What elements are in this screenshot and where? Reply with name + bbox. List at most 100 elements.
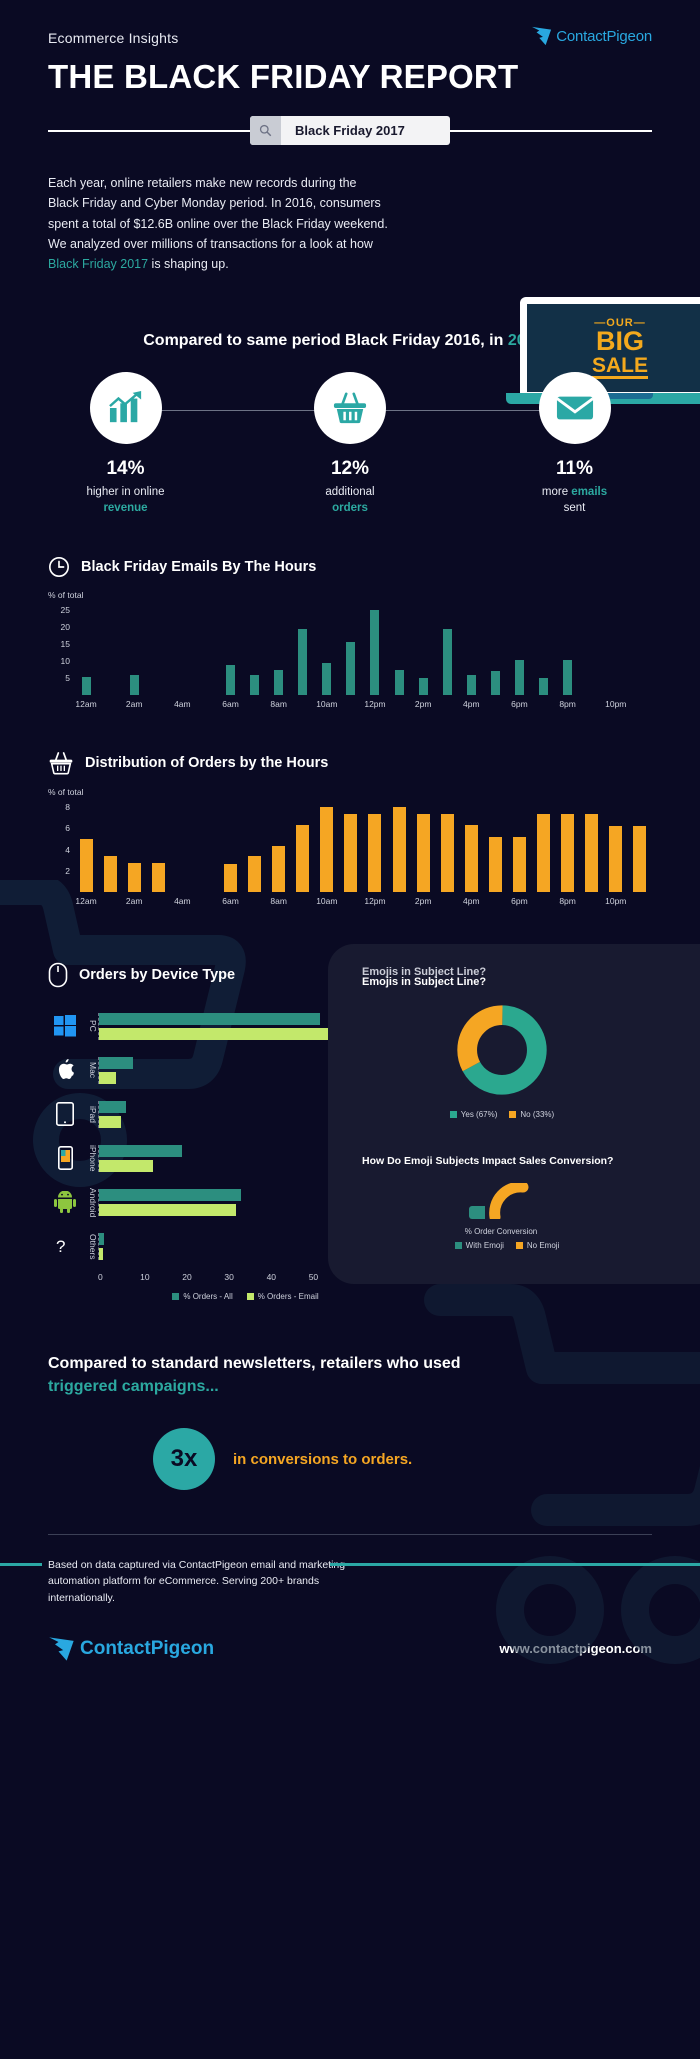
bar-slot bbox=[194, 800, 218, 892]
bar-slot bbox=[218, 800, 242, 893]
x-tick-label: 2pm bbox=[414, 896, 432, 907]
emails-bar-chart: 5 10 15 20 25 12am 2am 4am 6am 8am 10am 12pm 2pm 4pm… bbox=[48, 603, 652, 709]
x-tick-label: 6pm bbox=[511, 699, 528, 710]
chart-bar bbox=[563, 659, 573, 696]
x-tick-label: 12pm bbox=[364, 699, 386, 710]
stat-revenue: 14% higher in online revenue bbox=[48, 372, 203, 516]
x-tick-label bbox=[243, 699, 267, 709]
bar-slot bbox=[483, 800, 507, 893]
emails-chart-plot: 5 10 15 20 25 bbox=[61, 603, 652, 696]
stat-label-plain: more bbox=[541, 486, 572, 499]
stat-label: higher in online revenue bbox=[48, 485, 203, 516]
footer-url[interactable]: www.contactpigeon.com bbox=[499, 1641, 652, 1656]
bar-slot bbox=[339, 800, 363, 893]
x-tick-label: 6am bbox=[222, 896, 239, 907]
x-tick-label: 8pm bbox=[559, 896, 576, 907]
chart-bar bbox=[539, 677, 549, 696]
page-title: THE BLACK FRIDAY REPORT bbox=[48, 58, 519, 95]
device-bar-all bbox=[99, 1012, 320, 1025]
y-tick: 10 bbox=[60, 656, 70, 667]
legend-label: % Orders - Email bbox=[257, 1292, 319, 1302]
triggered-badge-row: 3x in conversions to orders. bbox=[48, 1428, 652, 1491]
bar-slot bbox=[363, 603, 387, 696]
search-bar-row: Black Friday 2017 bbox=[0, 116, 700, 145]
chart-bar bbox=[537, 814, 551, 893]
x-tick-label: 4pm bbox=[463, 699, 480, 710]
stat-label-accent: orders bbox=[332, 501, 368, 514]
bar-slot bbox=[459, 800, 483, 893]
basket-icon bbox=[49, 752, 73, 775]
chart-bar bbox=[416, 814, 430, 893]
orders-chart-plot: 2 4 6 8 bbox=[65, 800, 652, 893]
device-x-tick: 20 bbox=[182, 1272, 192, 1283]
bar-slot bbox=[556, 603, 580, 696]
emails-chart-section: Black Friday Emails By The Hours % of to… bbox=[0, 556, 700, 709]
intro-highlight: Black Friday 2017 bbox=[48, 257, 149, 271]
x-tick-label bbox=[98, 896, 122, 906]
chart-bar bbox=[272, 846, 286, 893]
device-x-tick: 0 bbox=[98, 1272, 103, 1283]
chart-bar bbox=[418, 677, 428, 696]
legend-item-yes: Yes (67%) bbox=[449, 1110, 497, 1119]
bar-slot bbox=[291, 603, 315, 696]
orders-bars bbox=[74, 800, 652, 893]
legend-item-orders-email: % Orders - Email bbox=[246, 1292, 319, 1302]
bar-slot bbox=[267, 800, 291, 893]
device-bar-all bbox=[99, 1100, 126, 1113]
chart-bar bbox=[79, 838, 93, 893]
device-bar-all bbox=[99, 1188, 242, 1201]
chart-bar bbox=[248, 855, 262, 893]
chart-bar bbox=[368, 814, 382, 893]
search-input[interactable]: Black Friday 2017 bbox=[250, 116, 450, 145]
bar-slot bbox=[267, 603, 291, 696]
device-bar-all bbox=[99, 1232, 104, 1245]
y-tick: 6 bbox=[65, 823, 70, 834]
x-tick-label: 4am bbox=[174, 699, 191, 710]
device-label: Others bbox=[88, 1233, 98, 1260]
x-tick-label bbox=[435, 896, 459, 906]
chart-bar bbox=[81, 676, 91, 696]
stat-label-accent: revenue bbox=[103, 501, 148, 514]
device-bar-email bbox=[99, 1247, 103, 1260]
x-tick-label bbox=[194, 699, 218, 709]
chart-bar bbox=[320, 806, 334, 893]
orders-chart-header: Distribution of Orders by the Hours bbox=[48, 751, 652, 775]
emails-chart-header: Black Friday Emails By The Hours bbox=[48, 556, 652, 578]
legend-label: % Orders - All bbox=[183, 1292, 233, 1302]
bar-slot bbox=[243, 603, 267, 696]
device-label: Mac bbox=[88, 1062, 98, 1079]
device-label: Android bbox=[88, 1187, 98, 1217]
chart-bar bbox=[464, 824, 478, 893]
android-icon bbox=[48, 1191, 82, 1214]
y-tick: 25 bbox=[60, 605, 70, 616]
bar-slot bbox=[339, 603, 363, 696]
device-bar-all bbox=[99, 1144, 183, 1157]
bar-slot bbox=[194, 603, 218, 695]
device-chart-title: Orders by Device Type bbox=[79, 967, 236, 984]
bar-slot bbox=[604, 603, 628, 695]
device-x-tick: 10 bbox=[140, 1272, 150, 1283]
rule-right bbox=[450, 129, 652, 132]
emails-x-axis-labels: 12am 2am 4am 6am 8am 10am 12pm 2pm 4pm 6pm 8pm 10pm bbox=[74, 699, 652, 709]
x-tick-label bbox=[387, 699, 411, 709]
x-tick-label: 2am bbox=[125, 699, 143, 710]
device-label: PC bbox=[88, 1020, 98, 1033]
conversion-arc-no-emoji bbox=[489, 1182, 529, 1219]
bar-slot bbox=[531, 603, 555, 696]
x-tick-label: 4am bbox=[174, 896, 191, 907]
stat-icon-circle bbox=[89, 372, 162, 445]
stat-label-plain: additional bbox=[325, 486, 375, 499]
y-tick: 15 bbox=[60, 639, 70, 650]
chart-bar bbox=[466, 674, 476, 696]
basket-icon bbox=[333, 392, 367, 424]
chart-bar bbox=[440, 814, 454, 893]
legend-swatch bbox=[449, 1111, 457, 1119]
emoji-panel-title-ghost: Emojis in Subject Line? bbox=[362, 966, 487, 979]
stat-label: additional orders bbox=[273, 485, 428, 516]
legend-swatch bbox=[454, 1241, 462, 1249]
x-tick-label: 10pm bbox=[605, 699, 627, 710]
chart-bar bbox=[151, 863, 165, 893]
bar-slot bbox=[122, 800, 146, 893]
intro-section: Each year, online retailers make new rec… bbox=[0, 145, 700, 404]
chart-bar bbox=[370, 610, 380, 696]
